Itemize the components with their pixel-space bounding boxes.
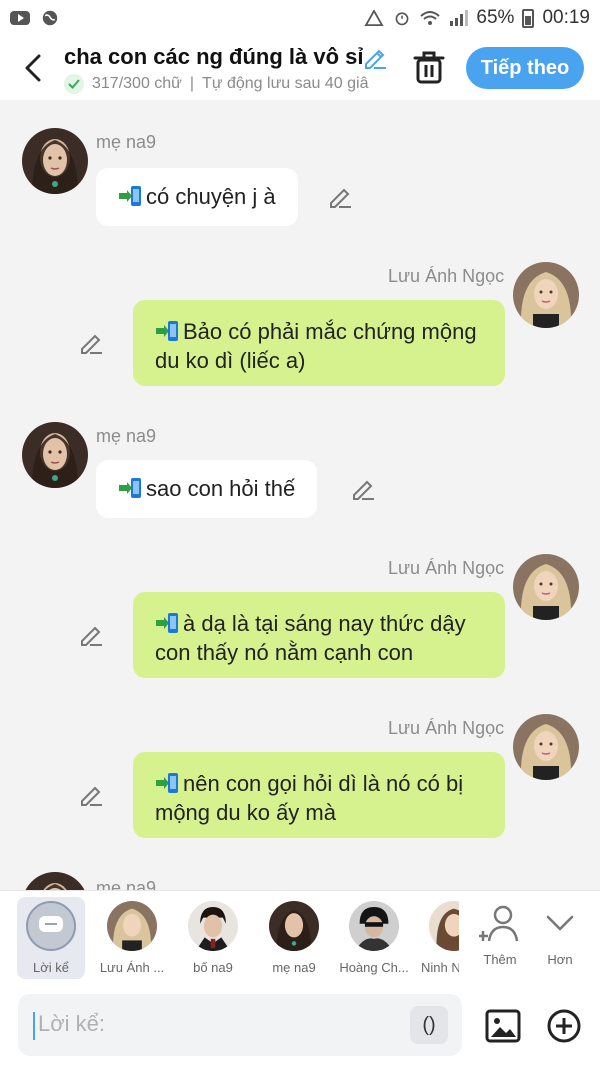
check-icon	[64, 74, 84, 94]
message-bubble[interactable]: có chuyện j à	[96, 168, 298, 226]
next-button[interactable]: Tiếp theo	[466, 47, 584, 89]
narration-input[interactable]: Lời kể: ()	[18, 994, 462, 1056]
header: cha con các ng đúng là vô sỉ 317/300 chữ…	[0, 36, 600, 100]
chat-area[interactable]: mẹ na9 có chuyện j à Lưu Ánh Ngọc Bảo có…	[0, 100, 600, 890]
chevron-left-icon	[25, 54, 41, 82]
autosave-text: Tự động lưu sau 40 giâ	[202, 75, 369, 92]
chat-bubble-icon	[39, 916, 63, 932]
character-label: Hoàng Ch...	[339, 960, 409, 975]
character-me-na9[interactable]: mẹ na9	[254, 897, 334, 979]
input-placeholder: Lời kể:	[38, 1011, 106, 1036]
char-count: 317/300 chữ	[92, 75, 182, 92]
character-luu-anh-ngoc[interactable]: Lưu Ánh ...	[92, 897, 172, 979]
avatar-luu-anh-ngoc[interactable]	[513, 554, 579, 620]
story-title[interactable]: cha con các ng đúng là vô sỉ	[64, 44, 364, 70]
parentheses-button[interactable]: ()	[410, 1006, 448, 1044]
sender-name: Lưu Ánh Ngọc	[388, 558, 505, 578]
avatar-me-na9[interactable]	[22, 422, 88, 488]
collapse-tray-label: Hơn	[547, 952, 573, 967]
globe-icon	[42, 10, 58, 26]
sender-name: mẹ na9	[96, 132, 157, 152]
phone-emoji-icon	[119, 478, 141, 498]
battery-percent: 65%	[476, 7, 515, 28]
avatar-luu-anh-ngoc[interactable]	[513, 714, 579, 780]
add-circle-icon[interactable]	[546, 1008, 582, 1044]
phone-emoji-icon	[156, 613, 178, 633]
composer: Lời kể: ()	[0, 986, 600, 1067]
collapse-tray-button[interactable]: Hơn	[520, 897, 600, 979]
edit-title-icon[interactable]	[362, 44, 388, 70]
message-text: có chuyện j à	[146, 184, 276, 209]
sender-name: mẹ na9	[96, 878, 157, 890]
add-user-icon	[479, 905, 519, 942]
avatar-luu-anh-ngoc[interactable]	[513, 262, 579, 328]
sender-name: Lưu Ánh Ngọc	[388, 718, 505, 738]
phone-emoji-icon	[156, 773, 178, 793]
message-text: sao con hỏi thế	[146, 476, 296, 501]
battery-icon	[522, 9, 535, 28]
character-label: Lời kể	[33, 960, 69, 975]
message-bubble[interactable]: nên con gọi hỏi dì là nó có bị mộng du k…	[133, 752, 505, 838]
phone-emoji-icon	[119, 186, 141, 206]
edit-icon[interactable]	[78, 622, 104, 648]
message-text: à dạ là tại sáng nay thức dậy con thấy n…	[155, 611, 466, 665]
recycle-icon	[364, 10, 384, 26]
character-label: Lưu Ánh ...	[99, 960, 165, 975]
alarm-icon	[396, 12, 409, 26]
message-bubble[interactable]: sao con hỏi thế	[96, 460, 318, 518]
edit-icon[interactable]	[350, 476, 376, 502]
chevron-down-icon	[546, 915, 574, 931]
message-bubble[interactable]: à dạ là tại sáng nay thức dậy con thấy n…	[133, 592, 505, 678]
avatar-me-na9[interactable]	[22, 872, 88, 890]
edit-icon[interactable]	[78, 330, 104, 356]
character-bo-na9[interactable]: bố na9	[173, 897, 253, 979]
edit-icon[interactable]	[78, 782, 104, 808]
message-text: Bảo có phải mắc chứng mộng du ko dì (liế…	[155, 319, 477, 373]
character-label: mẹ na9	[272, 960, 316, 975]
character-hoang-ch[interactable]: Hoàng Ch...	[334, 897, 414, 979]
character-ninh-n[interactable]: Ninh N	[415, 897, 459, 979]
edit-icon[interactable]	[327, 184, 353, 210]
sender-name: mẹ na9	[96, 426, 157, 446]
status-bar: 65% 00:19	[0, 0, 600, 36]
image-icon[interactable]	[485, 1008, 521, 1044]
back-button[interactable]	[16, 50, 50, 86]
message-text: nên con gọi hỏi dì là nó có bị mộng du k…	[155, 771, 464, 825]
wifi-icon	[420, 11, 441, 25]
youtube-icon	[10, 11, 30, 25]
character-label: Ninh N	[421, 960, 459, 975]
character-tray: Lời kể Lưu Ánh ... bố na9 mẹ na9 Hoàng C…	[0, 890, 600, 986]
phone-emoji-icon	[156, 321, 178, 341]
sender-name: Lưu Ánh Ngọc	[388, 266, 505, 286]
character-narrator[interactable]: Lời kể	[17, 897, 85, 979]
avatar-me-na9[interactable]	[22, 128, 88, 194]
signal-icon	[450, 10, 469, 26]
trash-icon[interactable]	[412, 50, 446, 86]
clock: 00:19	[542, 7, 590, 28]
message-bubble[interactable]: Bảo có phải mắc chứng mộng du ko dì (liế…	[133, 300, 505, 386]
text-caret	[33, 1012, 35, 1040]
divider: |	[189, 75, 195, 92]
character-label: bố na9	[193, 960, 233, 975]
save-status: 317/300 chữ | Tự động lưu sau 40 giâ	[64, 74, 390, 94]
